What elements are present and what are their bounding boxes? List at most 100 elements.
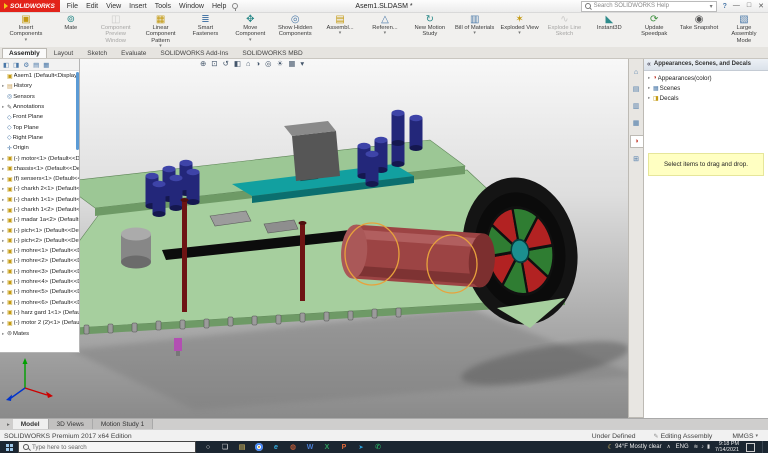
- taskbar-app-icon[interactable]: [252, 441, 266, 453]
- tree-item[interactable]: ▸ ◨ Decals: [644, 93, 768, 103]
- tree-item[interactable]: ▸ ▣ (-) madar 1a<2> (Default<: [0, 215, 79, 225]
- tree-item[interactable]: ▸ ▣ (-) charkh 2<1> (Default<<D: [0, 184, 79, 194]
- status-item[interactable]: MMGS ▾: [730, 433, 758, 440]
- ribbon-button[interactable]: ⊚ Mate: [49, 13, 93, 48]
- window-control-button[interactable]: □: [747, 2, 751, 10]
- ribbon-button[interactable]: ✥ Move Component ▾: [228, 13, 272, 48]
- help-search-box[interactable]: Search SOLIDWORKS Help ▾: [580, 0, 717, 12]
- headsup-icon[interactable]: ⊡: [211, 59, 217, 68]
- headsup-icon[interactable]: ◧: [234, 59, 241, 68]
- tree-item[interactable]: ▸ ◑ Appearances(color): [644, 73, 768, 83]
- task-pane-tab-icon[interactable]: ⊞: [630, 154, 642, 165]
- tree-item[interactable]: ▸ ▣ (-) pich<1> (Default<<Defaul: [0, 225, 79, 235]
- tray-icon[interactable]: ≋: [694, 444, 699, 450]
- menu-item[interactable]: Insert: [129, 3, 147, 10]
- taskbar-app-icon[interactable]: ▤: [235, 441, 249, 453]
- left-motor-cylinder[interactable]: [121, 227, 151, 269]
- ribbon-tab[interactable]: SOLIDWORKS Add-Ins: [153, 48, 235, 58]
- ribbon-button[interactable]: △ Referen... ▾: [363, 13, 407, 48]
- ribbon-button[interactable]: ▥ Bill of Materials ▾: [453, 13, 497, 48]
- headsup-icon[interactable]: ◎: [265, 59, 272, 68]
- language-indicator[interactable]: ENG: [676, 444, 689, 450]
- ribbon-tab[interactable]: Layout: [47, 48, 81, 58]
- tree-item[interactable]: ▸ ▣ (-) motor<1> (Default<<Def: [0, 153, 79, 163]
- taskbar-app-icon[interactable]: P: [337, 441, 351, 453]
- tray-icon[interactable]: ♪: [701, 444, 704, 450]
- headsup-icon[interactable]: ▾: [300, 59, 304, 68]
- tree-item[interactable]: ◇ Right Plane: [0, 133, 79, 143]
- tree-item[interactable]: ▸ ▣ (-) mohre<4> (Default<<De: [0, 277, 79, 287]
- tree-item[interactable]: ▸ ▣ (-) mohre<5> (Default<<De: [0, 287, 79, 297]
- tree-item[interactable]: ▸ ▤ History: [0, 81, 79, 91]
- taskbar-app-icon[interactable]: ✆: [371, 441, 385, 453]
- status-item[interactable]: Under Defined: [590, 433, 638, 440]
- weather-widget[interactable]: ☾ 94°F Mostly clear: [607, 443, 661, 451]
- headsup-icon[interactable]: ▦: [288, 59, 295, 68]
- tree-item[interactable]: ▸ ▣ (-) charkh 1<2> (Default<<: [0, 205, 79, 215]
- ribbon-button[interactable]: ◫ Component Preview Window: [94, 13, 138, 48]
- tree-item[interactable]: ◇ Top Plane: [0, 122, 79, 132]
- tree-item[interactable]: ◎ Sensors: [0, 92, 79, 102]
- ribbon-button[interactable]: ↻ New Motion Study: [408, 13, 452, 48]
- ribbon-tab[interactable]: Evaluate: [114, 48, 153, 58]
- tree-item[interactable]: ▸ ▣ (-) motor 2 (2)<1> (Default<: [0, 318, 79, 328]
- tree-item[interactable]: ▸ ▣ (-) mohre<1> (Default<<De: [0, 246, 79, 256]
- pin-icon[interactable]: [232, 3, 239, 11]
- start-button[interactable]: [0, 441, 18, 453]
- ribbon-button[interactable]: ◣ Instant3D: [587, 13, 631, 48]
- taskbar-search-input[interactable]: Type here to search: [18, 441, 196, 453]
- taskbar-app-icon[interactable]: W: [303, 441, 317, 453]
- ribbon-button[interactable]: ∿ Explode Line Sketch: [543, 13, 587, 48]
- tray-icon[interactable]: ▮: [707, 444, 710, 450]
- headsup-icon[interactable]: ◑: [256, 59, 261, 68]
- tree-item[interactable]: ▣ Asem1 (Default<Display State: [0, 71, 79, 81]
- solidworks-logo[interactable]: SOLIDWORKS: [0, 0, 60, 12]
- tree-item[interactable]: ▸ ▦ Scenes: [644, 83, 768, 93]
- menu-item[interactable]: File: [67, 3, 78, 10]
- ribbon-button[interactable]: ▦ Linear Component Pattern ▾: [139, 13, 183, 48]
- task-pane-tab-icon[interactable]: ▦: [630, 118, 642, 129]
- ribbon-tab[interactable]: Assembly: [2, 48, 47, 58]
- menu-item[interactable]: Help: [212, 3, 226, 10]
- headsup-icon[interactable]: ⌂: [246, 59, 251, 68]
- window-control-button[interactable]: —: [733, 2, 740, 10]
- tree-scrollbar[interactable]: [76, 72, 79, 150]
- headsup-icon[interactable]: ↺: [223, 59, 229, 68]
- tree-item[interactable]: ▸ ▣ (-) mohre<2> (Default<<D: [0, 256, 79, 266]
- help-button[interactable]: ?: [723, 3, 727, 10]
- ribbon-button[interactable]: ▤ Assembl... ▾: [318, 13, 362, 48]
- tree-item[interactable]: ▸ ⊚ Mates: [0, 328, 79, 338]
- ribbon-button[interactable]: ✶ Exploded View ▾: [498, 13, 542, 48]
- menu-item[interactable]: Edit: [86, 3, 98, 10]
- feature-manager-tab-icon[interactable]: ▦: [43, 61, 49, 69]
- taskbar-app-icon[interactable]: ➤: [354, 441, 368, 453]
- ribbon-button[interactable]: ◎ Show Hidden Components: [273, 13, 317, 48]
- tree-item[interactable]: ✛ Origin: [0, 143, 79, 153]
- taskbar-app-icon[interactable]: X: [320, 441, 334, 453]
- feature-manager-tab-icon[interactable]: ⚙: [23, 61, 29, 69]
- menu-item[interactable]: Tools: [155, 3, 171, 10]
- ribbon-button[interactable]: ▧ Large Assembly Mode: [722, 13, 766, 48]
- menu-item[interactable]: Window: [179, 3, 204, 10]
- action-center-icon[interactable]: [746, 442, 755, 452]
- ribbon-tab[interactable]: Sketch: [80, 48, 114, 58]
- ribbon-button[interactable]: ≣ Smart Fasteners: [184, 13, 228, 48]
- tree-item[interactable]: ▸ ✎ Annotations: [0, 102, 79, 112]
- tree-item[interactable]: ◇ Front Plane: [0, 112, 79, 122]
- model-canvas[interactable]: [0, 58, 667, 418]
- status-item[interactable]: ✎ Editing Assembly: [654, 433, 715, 440]
- headsup-icon[interactable]: ⊕: [200, 59, 206, 68]
- collapse-icon[interactable]: «: [647, 61, 651, 68]
- window-control-button[interactable]: ✕: [758, 2, 764, 10]
- ribbon-button[interactable]: ⟳ Update Speedpak: [632, 13, 676, 48]
- hidden-icons-chevron[interactable]: ∧: [667, 444, 671, 450]
- ribbon-tab[interactable]: SOLIDWORKS MBD: [235, 48, 309, 58]
- tree-item[interactable]: ▸ ▣ (-) mohre<6> (Default<<D: [0, 298, 79, 308]
- feature-manager-tab-icon[interactable]: ◨: [13, 61, 19, 69]
- taskbar-app-icon[interactable]: ○: [201, 441, 215, 453]
- tree-item[interactable]: ▸ ▣ (-) harz gard 1<1> (Default<: [0, 308, 79, 318]
- task-pane-tab-icon[interactable]: ▤: [630, 84, 642, 95]
- taskbar-app-icon[interactable]: ❏: [218, 441, 232, 453]
- feature-manager-tab-icon[interactable]: ▤: [33, 61, 39, 69]
- menu-item[interactable]: View: [106, 3, 121, 10]
